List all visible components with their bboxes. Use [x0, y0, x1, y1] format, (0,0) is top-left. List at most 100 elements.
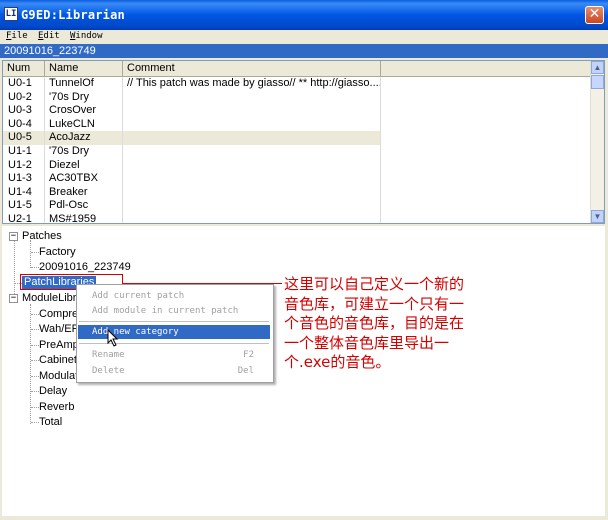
- menu-bar: File Edit Window: [0, 30, 608, 44]
- menu-item-rename[interactable]: Rename F2: [78, 348, 270, 362]
- tree-line: [30, 240, 31, 268]
- table-row[interactable]: U0-4 LukeCLN: [3, 117, 593, 132]
- row-num: U1-1: [3, 144, 45, 159]
- row-comment: [123, 185, 381, 200]
- window-title: G9ED:Librarian: [21, 8, 125, 22]
- menu-item-add-current-patch[interactable]: Add current patch: [78, 289, 270, 303]
- tree-line: [30, 304, 31, 424]
- row-name: Breaker: [45, 185, 123, 200]
- row-num: U0-1: [3, 77, 45, 91]
- tree-line: [31, 422, 39, 423]
- app-icon: LI: [4, 7, 18, 21]
- column-num[interactable]: Num: [3, 61, 45, 76]
- tree-line: [31, 314, 39, 315]
- menu-file[interactable]: File: [6, 31, 28, 41]
- row-num: U1-4: [3, 185, 45, 200]
- table-row[interactable]: U1-5 Pdl-Osc: [3, 199, 593, 213]
- table-row-selected[interactable]: U0-5 AcoJazz: [3, 131, 593, 145]
- tree-node-module[interactable]: Cabinet: [39, 354, 77, 367]
- tree-line: [14, 240, 15, 300]
- tree-node-patch-date[interactable]: 20091016_223749: [39, 261, 131, 274]
- collapse-modulelib-icon[interactable]: −: [9, 294, 18, 303]
- tree-node-module[interactable]: Wah/EF: [39, 323, 78, 336]
- tree-node-module[interactable]: Delay: [39, 385, 67, 398]
- scroll-up-icon[interactable]: ▲: [591, 61, 604, 74]
- row-num: U2-1: [3, 212, 45, 223]
- tree-line: [31, 407, 39, 408]
- tree-node-module[interactable]: Compre: [39, 308, 78, 321]
- row-name: AcoJazz: [45, 131, 123, 145]
- tree-line: [31, 252, 39, 253]
- collapse-patches-icon[interactable]: −: [9, 232, 18, 241]
- row-comment: [123, 158, 381, 173]
- row-name: '70s Dry: [45, 144, 123, 159]
- scroll-down-icon[interactable]: ▼: [591, 210, 604, 223]
- table-row[interactable]: U0-2'70s Dry: [3, 90, 593, 105]
- menu-item-add-module[interactable]: Add module in current patch: [78, 304, 270, 318]
- row-name: AC30TBX: [45, 172, 123, 186]
- title-bar[interactable]: LI G9ED:Librarian ✕: [0, 0, 608, 30]
- row-name: MS#1959: [45, 212, 123, 223]
- menu-item-label: Add module in current patch: [92, 306, 239, 316]
- menu-item-label: Delete: [92, 366, 125, 376]
- row-num: U0-2: [3, 90, 45, 105]
- row-name: LukeCLN: [45, 117, 123, 132]
- row-num: U1-5: [3, 199, 45, 213]
- patch-table[interactable]: Num Name Comment U0-1 TunnelOf// This pat…: [2, 60, 605, 224]
- menu-window[interactable]: Window: [70, 31, 103, 41]
- menu-item-delete[interactable]: Delete Del: [78, 364, 270, 378]
- row-comment: [123, 117, 381, 132]
- row-name: Pdl-Osc: [45, 199, 123, 213]
- menu-item-label: Add current patch: [92, 291, 185, 301]
- row-comment: // This patch was made by giasso// ** ht…: [123, 77, 381, 91]
- table-row[interactable]: U1-1'70s Dry: [3, 144, 593, 159]
- table-row[interactable]: U2-1 MS#1959: [3, 212, 593, 223]
- menu-edit[interactable]: Edit: [38, 31, 60, 41]
- row-comment: [123, 104, 381, 118]
- current-patch-label: 20091016_223749: [4, 45, 96, 57]
- row-name: CrosOver: [45, 104, 123, 118]
- close-icon: ✕: [588, 6, 601, 22]
- row-num: U0-4: [3, 117, 45, 132]
- current-patch-bar: 20091016_223749: [0, 44, 608, 58]
- librarian-window: LI G9ED:Librarian ✕ File Edit Window 200…: [0, 0, 608, 520]
- table-row[interactable]: U1-3 AC30TBX: [3, 172, 593, 186]
- row-comment: [123, 212, 381, 223]
- tree-line: [31, 345, 39, 346]
- tree-node-module[interactable]: Reverb: [39, 401, 74, 414]
- row-comment: [123, 172, 381, 186]
- table-row[interactable]: U0-3 CrosOver: [3, 104, 593, 118]
- row-name: Diezel: [45, 158, 123, 173]
- table-scrollbar[interactable]: ▲ ▼: [590, 61, 604, 223]
- table-row[interactable]: U1-4 Breaker: [3, 185, 593, 200]
- table-header: Num Name Comment: [3, 61, 593, 77]
- tree-node-factory[interactable]: Factory: [39, 246, 76, 259]
- tree-line: [31, 267, 39, 268]
- tree-node-module[interactable]: Total: [39, 416, 62, 429]
- row-num: U0-5: [3, 131, 45, 145]
- menu-separator: [79, 321, 269, 322]
- row-comment: [123, 199, 381, 213]
- scroll-thumb[interactable]: [591, 75, 604, 89]
- tree-line: [31, 360, 39, 361]
- column-name[interactable]: Name: [45, 61, 123, 76]
- tree-line: [31, 329, 39, 330]
- row-comment: [123, 90, 381, 105]
- context-menu: Add current patch Add module in current …: [76, 284, 274, 383]
- close-button[interactable]: ✕: [585, 6, 604, 24]
- tree-node-module[interactable]: Modulat: [39, 370, 78, 383]
- table-row[interactable]: U0-1 TunnelOf// This patch was made by gi…: [3, 77, 593, 91]
- annotation-note: 这里可以自己定义一个新的音色库，可建立一个只有一个音色的音色库，目的是在一个整体…: [282, 274, 468, 408]
- tree-node-module-library[interactable]: ModuleLibr: [22, 292, 76, 305]
- table-rows: U0-1 TunnelOf// This patch was made by gi…: [3, 77, 593, 223]
- row-num: U1-3: [3, 172, 45, 186]
- tree-line: [31, 376, 39, 377]
- row-num: U1-2: [3, 158, 45, 173]
- tree-node-patches[interactable]: Patches: [22, 230, 62, 243]
- mouse-cursor-icon: [107, 329, 119, 347]
- row-comment: [123, 131, 381, 145]
- column-comment[interactable]: Comment: [123, 61, 381, 76]
- menu-item-label: Add new category: [92, 327, 179, 337]
- tree-node-module[interactable]: PreAmp: [39, 339, 79, 352]
- table-row[interactable]: U1-2 Diezel: [3, 158, 593, 173]
